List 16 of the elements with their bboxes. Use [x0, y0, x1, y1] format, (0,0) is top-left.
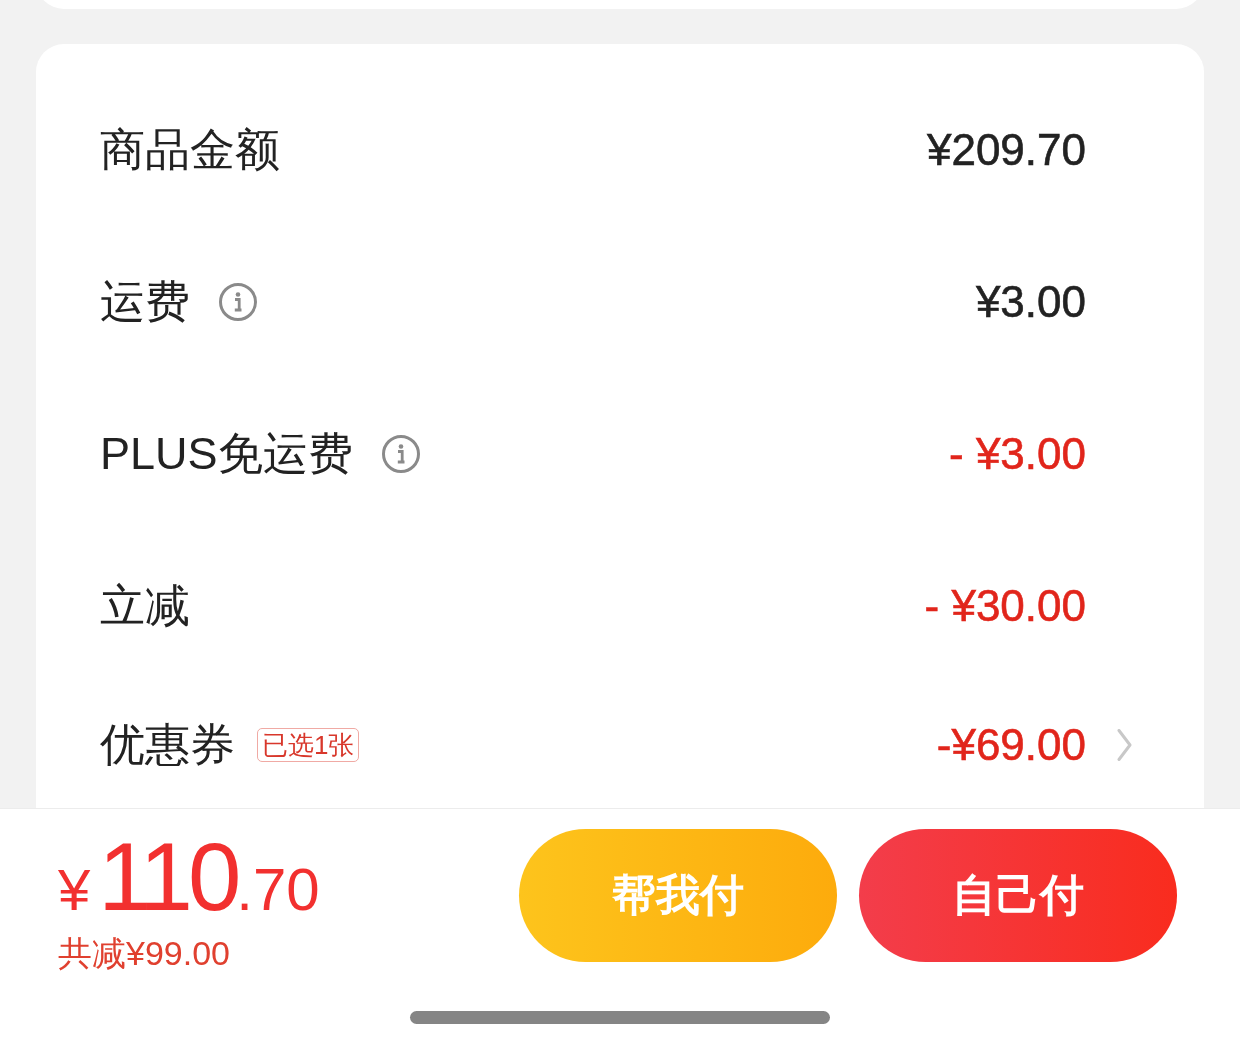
pay-button[interactable]: 自己付: [859, 829, 1177, 962]
savings-text: 共减¥99.00: [58, 933, 230, 973]
fee-amount: ¥209.70: [926, 125, 1086, 175]
fee-label: 商品金额: [100, 123, 280, 177]
fee-label: 立减: [100, 579, 190, 633]
coupon-count-tag: 已选1张: [257, 728, 360, 762]
info-icon[interactable]: [219, 283, 257, 321]
info-icon[interactable]: [381, 435, 420, 473]
total-price: ¥110.70: [58, 829, 320, 925]
fee-amount: ¥3.00: [975, 277, 1086, 327]
fee-amount: - ¥3.00: [949, 429, 1086, 479]
fee-amount: -¥69.00: [936, 720, 1086, 770]
fee-amount: - ¥30.00: [924, 581, 1086, 631]
fee-label: 运费: [100, 275, 190, 329]
fee-label: PLUS免运费: [100, 427, 353, 481]
fee-label: 优惠券: [100, 718, 235, 772]
